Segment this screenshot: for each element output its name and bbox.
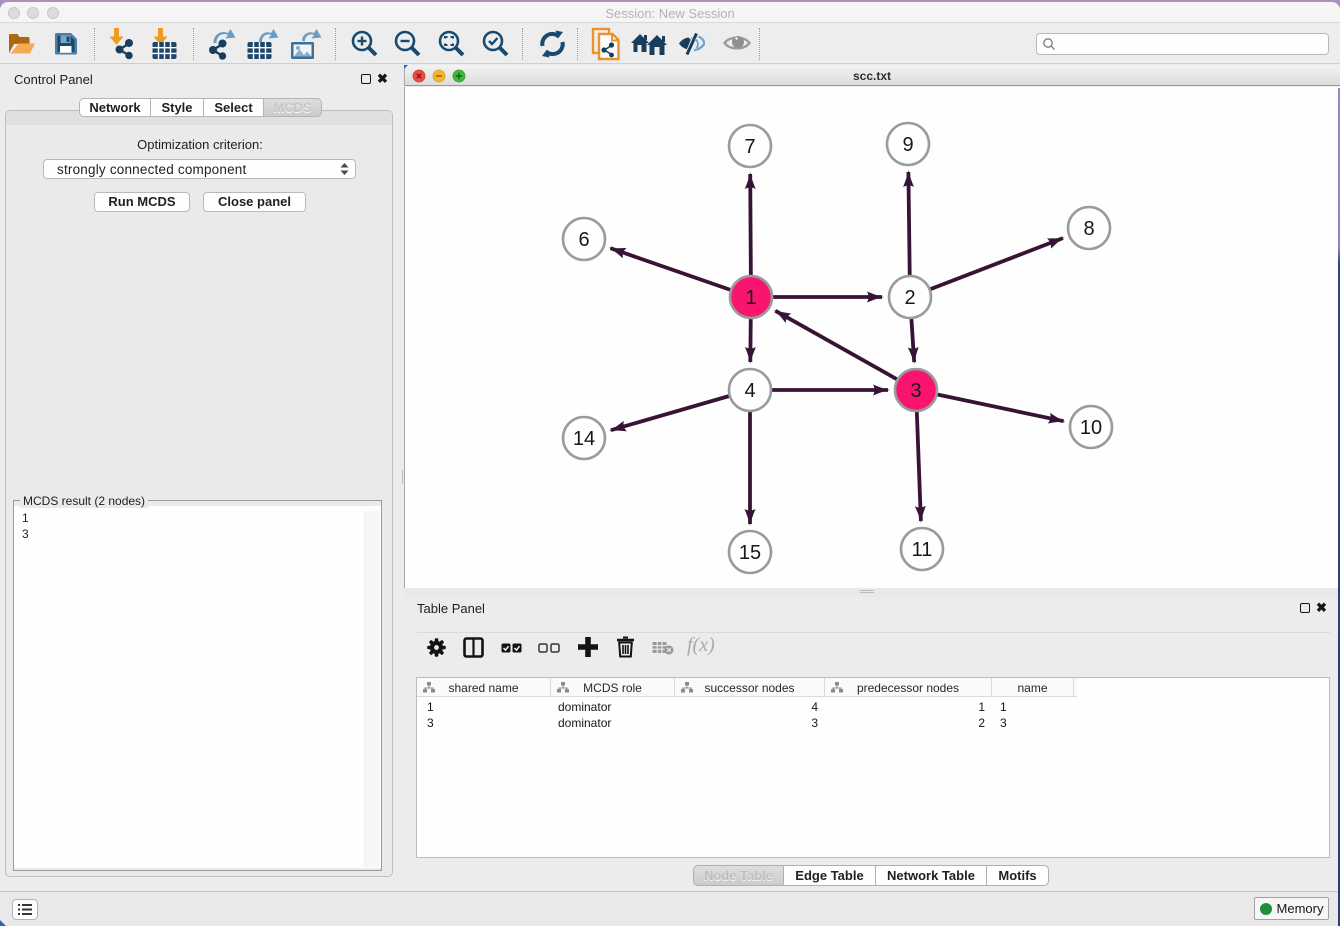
svg-text:15: 15	[739, 542, 761, 564]
svg-text:4: 4	[744, 380, 755, 402]
svg-text:7: 7	[744, 136, 755, 158]
svg-text:2: 2	[904, 287, 915, 309]
svg-text:14: 14	[573, 428, 595, 450]
svg-text:6: 6	[578, 229, 589, 251]
svg-text:8: 8	[1083, 218, 1094, 240]
svg-text:1: 1	[745, 287, 756, 309]
svg-text:3: 3	[910, 380, 921, 402]
svg-text:10: 10	[1080, 417, 1102, 439]
svg-text:9: 9	[902, 134, 913, 156]
svg-text:11: 11	[912, 539, 933, 561]
